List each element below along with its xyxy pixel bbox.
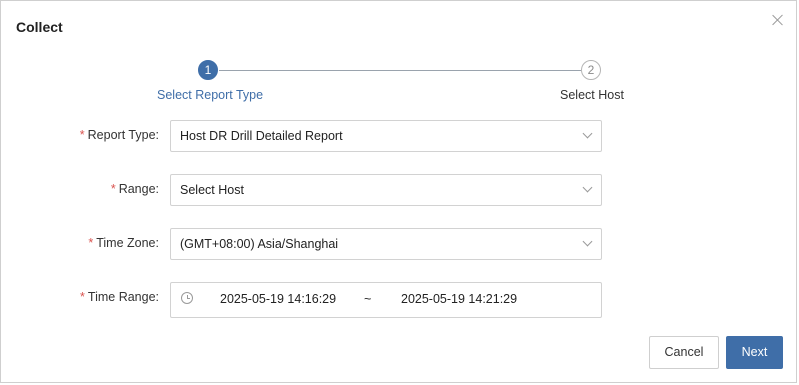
- required-mark: *: [80, 290, 85, 304]
- range-value: Select Host: [180, 183, 244, 197]
- step-1-indicator: 1: [198, 60, 218, 80]
- time-range-row: * Time Range: 2025-05-19 14:16:29 ~ 2025-…: [1, 282, 798, 318]
- next-button[interactable]: Next: [726, 336, 783, 369]
- step-2-indicator: 2: [581, 60, 601, 80]
- range-select[interactable]: Select Host: [170, 174, 602, 206]
- range-label: * Range:: [110, 182, 159, 196]
- time-range-end[interactable]: 2025-05-19 14:21:29: [401, 292, 517, 306]
- range-row: * Range: Select Host: [1, 174, 798, 206]
- step-2-label: Select Host: [560, 88, 624, 102]
- chevron-down-icon: [582, 236, 593, 247]
- report-type-value: Host DR Drill Detailed Report: [180, 129, 343, 143]
- time-zone-label: * Time Zone:: [88, 236, 159, 250]
- dialog-title: Collect: [16, 19, 63, 35]
- chevron-down-icon: [582, 182, 593, 193]
- time-range-label: * Time Range:: [80, 290, 159, 304]
- close-icon[interactable]: [771, 13, 785, 27]
- time-zone-row: * Time Zone: (GMT+08:00) Asia/Shanghai: [1, 228, 798, 260]
- step-1-label: Select Report Type: [157, 88, 264, 102]
- collect-dialog: Collect 1 2 Select Report Type Select Ho…: [0, 0, 797, 383]
- clock-icon: [181, 292, 193, 304]
- time-zone-value: (GMT+08:00) Asia/Shanghai: [180, 237, 339, 251]
- required-mark: *: [88, 236, 94, 250]
- report-type-row: * Report Type: Host DR Drill Detailed Rep…: [1, 120, 798, 152]
- required-mark: *: [79, 128, 85, 142]
- report-type-label: * Report Type:: [79, 128, 159, 142]
- time-range-picker[interactable]: 2025-05-19 14:16:29 ~ 2025-05-19 14:21:2…: [170, 282, 602, 318]
- time-zone-select[interactable]: (GMT+08:00) Asia/Shanghai: [170, 228, 602, 260]
- required-mark: *: [110, 182, 116, 196]
- time-range-separator: ~: [364, 292, 372, 306]
- time-range-start[interactable]: 2025-05-19 14:16:29: [220, 292, 336, 306]
- stepper-line: [219, 70, 581, 71]
- report-type-select[interactable]: Host DR Drill Detailed Report: [170, 120, 602, 152]
- cancel-button[interactable]: Cancel: [649, 336, 719, 369]
- chevron-down-icon: [582, 128, 593, 139]
